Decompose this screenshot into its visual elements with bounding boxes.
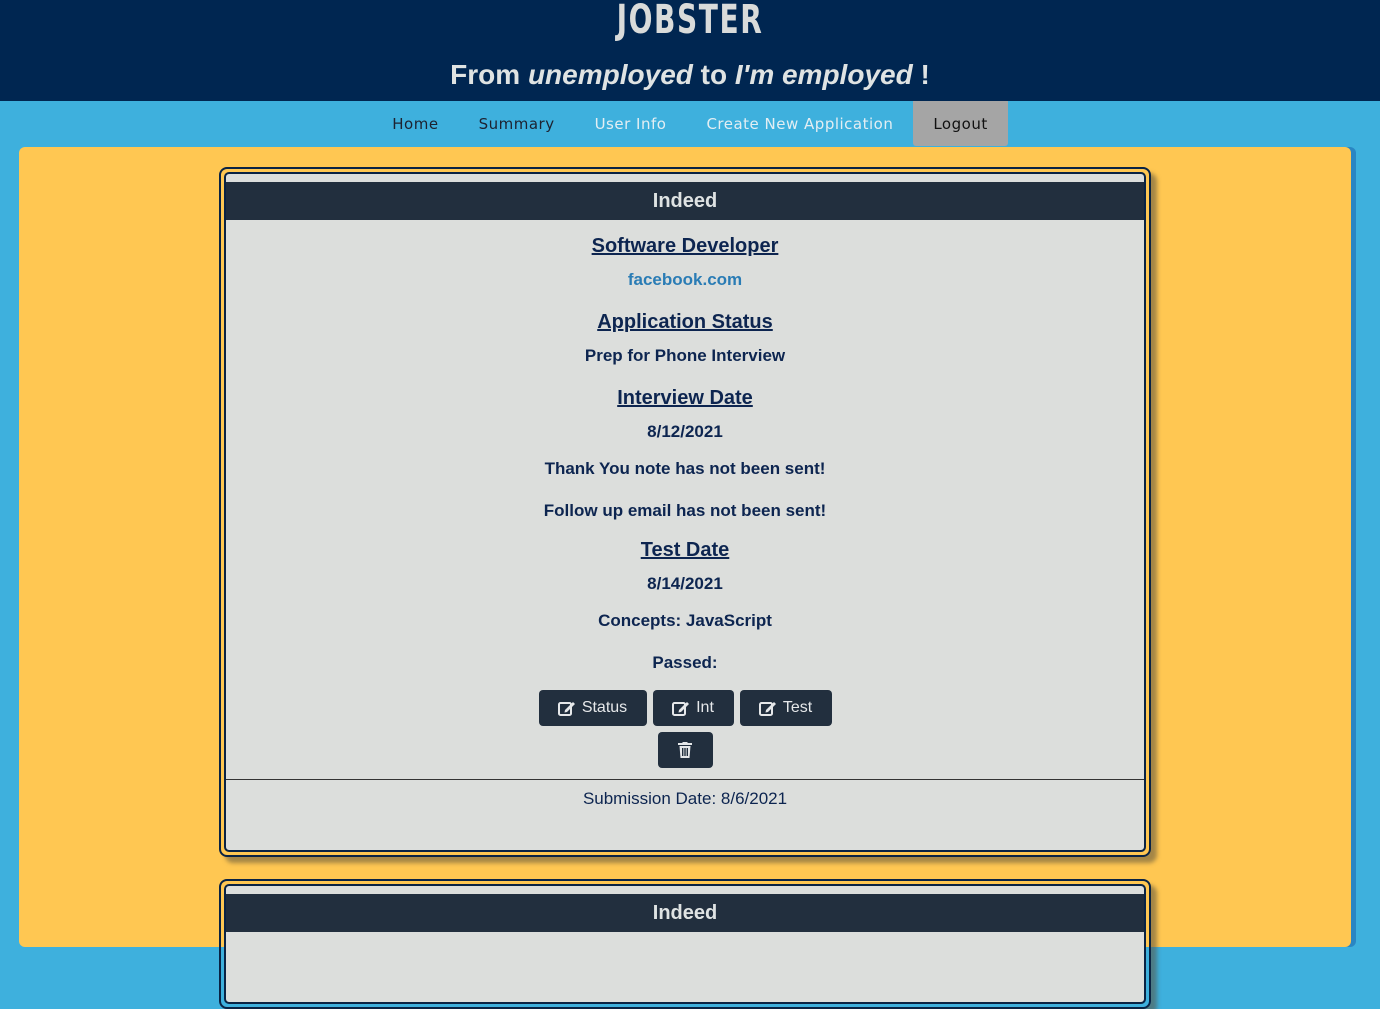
- status-heading: Application Status: [597, 311, 773, 333]
- card-source: Indeed: [226, 894, 1144, 932]
- test-passed: Passed:: [652, 653, 718, 672]
- test-date: 8/14/2021: [647, 574, 723, 593]
- test-heading: Test Date: [640, 539, 730, 561]
- submission-date: Submission Date: 8/6/2021: [582, 789, 788, 808]
- application-card: Indeed: [219, 879, 1151, 1009]
- follow-up-status: Follow up email has not been sent!: [543, 501, 827, 520]
- edit-test-label: Test: [782, 699, 813, 716]
- applications-panel: Indeed Software Developer facebook.com A…: [19, 147, 1351, 1009]
- edit-icon: [758, 700, 777, 716]
- card-source: Indeed: [226, 182, 1144, 220]
- card-footer: Submission Date: 8/6/2021: [226, 779, 1144, 841]
- tagline-emphasis-1: unemployed: [527, 59, 693, 90]
- card-body: Software Developer facebook.com Applicat…: [226, 220, 1144, 841]
- site-header: JOBSTER From unemployed to I'm employed …: [0, 0, 1380, 101]
- edit-interview-button[interactable]: Int: [652, 690, 734, 726]
- test-concepts: Concepts: JavaScript: [598, 611, 772, 630]
- application-card-inner: Indeed: [224, 884, 1146, 1004]
- delete-button[interactable]: [657, 732, 713, 768]
- interview-date: 8/12/2021: [647, 422, 723, 441]
- tagline-part-1: From: [450, 59, 528, 90]
- nav-create-new-application[interactable]: Create New Application: [686, 101, 913, 146]
- action-buttons: Status Int Test: [226, 690, 1144, 726]
- main-nav: Home Summary User Info Create New Applic…: [0, 101, 1380, 147]
- interview-heading: Interview Date: [617, 387, 753, 409]
- tagline-part-2: to: [692, 59, 735, 90]
- edit-status-label: Status: [581, 699, 628, 716]
- nav-summary[interactable]: Summary: [459, 101, 575, 146]
- delete-row: [226, 732, 1144, 768]
- edit-icon: [557, 700, 576, 716]
- edit-test-button[interactable]: Test: [739, 690, 832, 726]
- thank-you-status: Thank You note has not been sent!: [544, 459, 826, 478]
- tagline-emphasis-2: I'm employed: [734, 59, 913, 90]
- application-status: Prep for Phone Interview: [584, 346, 786, 365]
- nav-logout[interactable]: Logout: [913, 101, 1008, 146]
- nav-home[interactable]: Home: [372, 101, 458, 146]
- edit-interview-label: Int: [696, 699, 714, 716]
- company-link[interactable]: facebook.com: [628, 264, 742, 296]
- nav-user-info[interactable]: User Info: [575, 101, 687, 146]
- job-title: Software Developer: [591, 235, 779, 257]
- edit-icon: [672, 700, 690, 716]
- application-card-inner: Indeed Software Developer facebook.com A…: [224, 172, 1146, 852]
- site-logo: JOBSTER: [616, 0, 764, 43]
- application-card: Indeed Software Developer facebook.com A…: [219, 167, 1151, 857]
- edit-status-button[interactable]: Status: [538, 690, 647, 726]
- trash-icon: [678, 742, 692, 758]
- tagline: From unemployed to I'm employed !: [0, 58, 1380, 92]
- tagline-part-3: !: [912, 59, 930, 90]
